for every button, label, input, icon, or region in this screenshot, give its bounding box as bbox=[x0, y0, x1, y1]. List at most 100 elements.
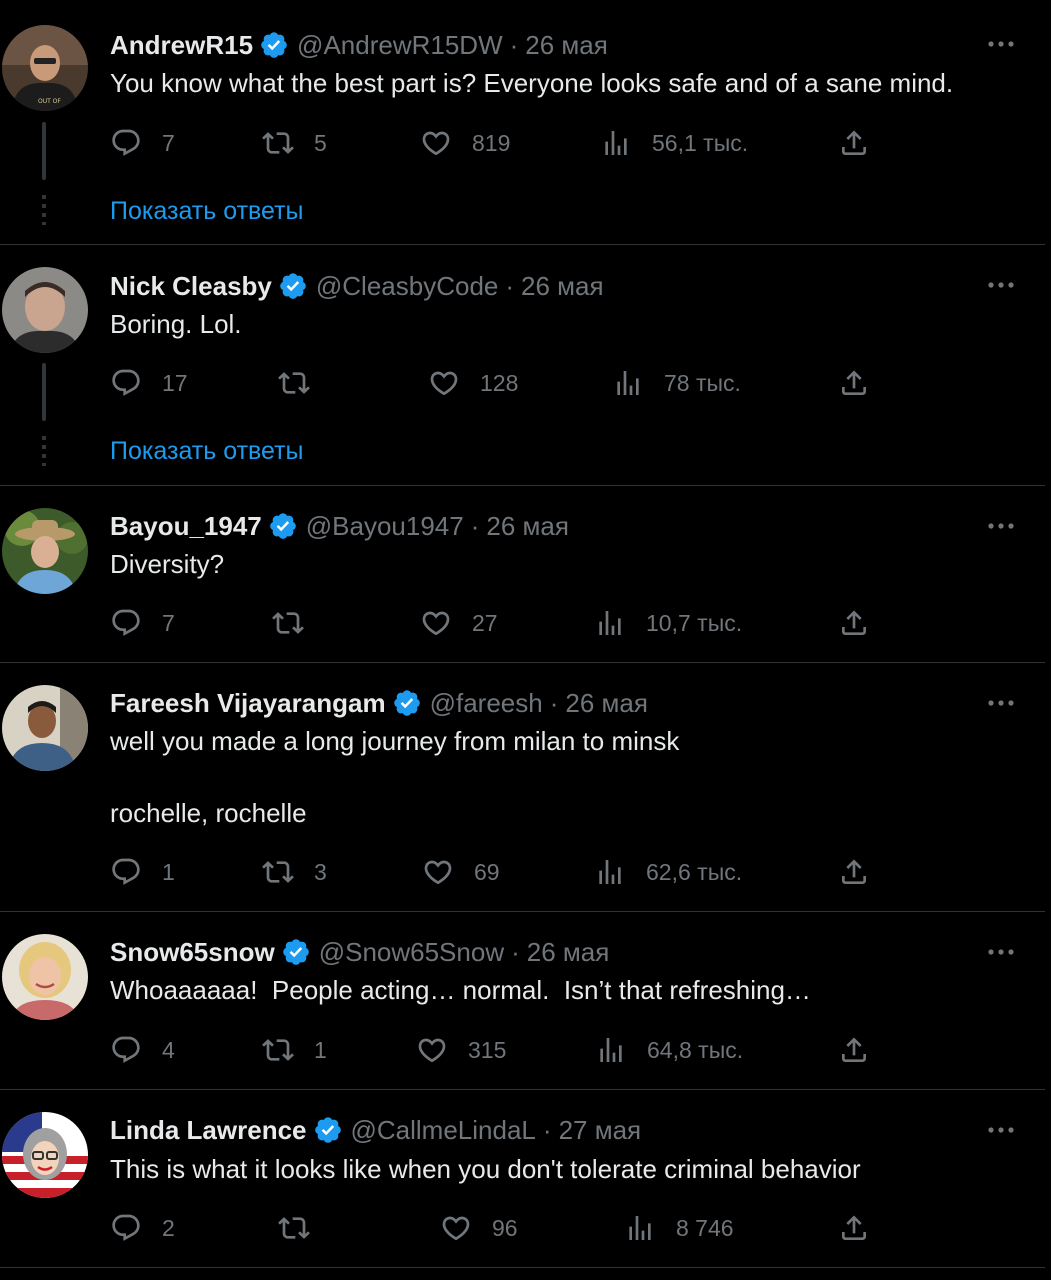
verified-badge-icon bbox=[393, 690, 420, 716]
retweet-count: 5 bbox=[314, 129, 327, 156]
avatar[interactable] bbox=[2, 685, 88, 771]
share-button[interactable] bbox=[838, 363, 890, 403]
retweet-icon bbox=[262, 132, 294, 154]
heart-icon bbox=[430, 371, 458, 396]
tweet-text: Boring. Lol. bbox=[110, 306, 1010, 342]
show-replies-link[interactable]: Показать ответы bbox=[110, 437, 304, 466]
author-handle[interactable]: @Snow65Snow bbox=[319, 937, 504, 968]
author-handle[interactable]: @CallmeLindaL bbox=[351, 1115, 536, 1146]
retweet-icon bbox=[262, 1039, 294, 1061]
tweet[interactable]: Snow65snow @Snow65Snow · 26 мая Whoaaaaa… bbox=[0, 912, 1045, 1090]
share-icon bbox=[842, 1215, 866, 1240]
retweet-button[interactable] bbox=[272, 603, 324, 643]
views-chart-icon bbox=[599, 611, 621, 635]
tweet-date[interactable]: 26 мая bbox=[486, 511, 569, 542]
reply-button[interactable]: 7 bbox=[110, 603, 175, 643]
author-name[interactable]: Nick Cleasby bbox=[110, 271, 272, 302]
share-button[interactable] bbox=[838, 852, 890, 892]
retweet-count: 1 bbox=[314, 1036, 327, 1063]
tweet[interactable]: Fareesh Vijayarangam @fareesh · 26 мая w… bbox=[0, 663, 1045, 912]
avatar[interactable] bbox=[2, 267, 88, 353]
author-name[interactable]: Snow65snow bbox=[110, 937, 275, 968]
author-handle[interactable]: @AndrewR15DW bbox=[297, 30, 503, 61]
show-replies-link[interactable]: Показать ответы bbox=[110, 197, 304, 226]
views-button[interactable]: 8 746 bbox=[624, 1208, 734, 1248]
more-icon[interactable] bbox=[985, 693, 1017, 713]
separator: · bbox=[549, 687, 559, 718]
tweet-date[interactable]: 26 мая bbox=[565, 688, 648, 719]
author-name[interactable]: Fareesh Vijayarangam bbox=[110, 688, 386, 719]
tweet-actions: 1 3 69 62,6 тыс. bbox=[110, 852, 890, 892]
author-handle[interactable]: @CleasbyCode bbox=[316, 271, 498, 302]
tweet-header: Fareesh Vijayarangam @fareesh · 26 мая bbox=[110, 686, 648, 720]
views-count: 10,7 тыс. bbox=[646, 609, 743, 636]
author-handle[interactable]: @fareesh bbox=[430, 688, 543, 719]
more-icon[interactable] bbox=[985, 942, 1017, 962]
like-button[interactable]: 819 bbox=[420, 123, 510, 163]
like-count: 96 bbox=[492, 1214, 518, 1241]
more-icon[interactable] bbox=[985, 1120, 1017, 1140]
more-icon[interactable] bbox=[985, 34, 1017, 54]
reply-button[interactable]: 7 bbox=[110, 123, 175, 163]
share-button[interactable] bbox=[838, 1030, 890, 1070]
tweet-date[interactable]: 26 мая bbox=[521, 271, 604, 302]
reply-button[interactable]: 1 bbox=[110, 852, 175, 892]
avatar[interactable] bbox=[2, 1112, 88, 1198]
avatar[interactable]: OUT OF bbox=[2, 25, 88, 111]
tweet-text-paragraph: well you made a long journey from milan … bbox=[110, 726, 680, 756]
separator: · bbox=[505, 270, 515, 301]
like-button[interactable]: 27 bbox=[420, 603, 498, 643]
reply-count: 1 bbox=[162, 858, 175, 885]
share-button[interactable] bbox=[838, 1208, 890, 1248]
tweet[interactable]: Bayou_1947 @Bayou1947 · 26 мая Diversity… bbox=[0, 486, 1045, 663]
views-count: 56,1 тыс. bbox=[652, 129, 749, 156]
tweet[interactable]: OUT OF AndrewR15 @AndrewR15DW · 26 мая Y… bbox=[0, 0, 1045, 245]
like-button[interactable]: 96 bbox=[440, 1208, 518, 1248]
avatar[interactable] bbox=[2, 508, 88, 594]
thread-dots bbox=[42, 436, 46, 466]
verified-badge-icon bbox=[314, 1117, 341, 1143]
tweet-date[interactable]: 26 мая bbox=[525, 30, 608, 61]
author-name[interactable]: AndrewR15 bbox=[110, 30, 253, 61]
tweet-date[interactable]: 26 мая bbox=[527, 937, 610, 968]
more-icon[interactable] bbox=[985, 275, 1017, 295]
retweet-button[interactable] bbox=[278, 1208, 330, 1248]
views-chart-icon bbox=[605, 131, 627, 155]
like-button[interactable]: 128 bbox=[428, 363, 518, 403]
like-button[interactable]: 69 bbox=[422, 852, 500, 892]
verified-badge-icon bbox=[261, 32, 287, 58]
tweet-date[interactable]: 27 мая bbox=[559, 1115, 642, 1146]
author-name[interactable]: Linda Lawrence bbox=[110, 1115, 307, 1146]
views-button[interactable]: 64,8 тыс. bbox=[595, 1030, 743, 1070]
avatar[interactable] bbox=[2, 934, 88, 1020]
tweet-text: You know what the best part is? Everyone… bbox=[110, 65, 1010, 101]
share-button[interactable] bbox=[838, 603, 890, 643]
tweet-header: Nick Cleasby @CleasbyCode · 26 мая bbox=[110, 269, 604, 303]
like-count: 315 bbox=[468, 1036, 507, 1063]
tweet[interactable]: Nick Cleasby @CleasbyCode · 26 мая Borin… bbox=[0, 245, 1045, 486]
retweet-button[interactable]: 3 bbox=[262, 852, 327, 892]
reply-icon bbox=[112, 1214, 140, 1241]
like-button[interactable]: 315 bbox=[416, 1030, 506, 1070]
reply-button[interactable]: 17 bbox=[110, 363, 188, 403]
views-count: 64,8 тыс. bbox=[647, 1036, 744, 1063]
author-handle[interactable]: @Bayou1947 bbox=[306, 511, 464, 542]
share-button[interactable] bbox=[838, 123, 890, 163]
tweet-text: Whoaaaaaa! People acting… normal. Isn’t … bbox=[110, 972, 1010, 1008]
more-icon[interactable] bbox=[985, 516, 1017, 536]
views-button[interactable]: 10,7 тыс. bbox=[594, 603, 742, 643]
views-button[interactable]: 78 тыс. bbox=[612, 363, 741, 403]
verified-badge-icon bbox=[269, 513, 296, 539]
reply-icon bbox=[112, 609, 140, 636]
separator: · bbox=[511, 936, 520, 967]
like-count: 819 bbox=[472, 129, 511, 156]
reply-button[interactable]: 2 bbox=[110, 1208, 175, 1248]
views-button[interactable]: 62,6 тыс. bbox=[594, 852, 742, 892]
reply-button[interactable]: 4 bbox=[110, 1030, 175, 1070]
author-name[interactable]: Bayou_1947 bbox=[110, 511, 262, 542]
retweet-button[interactable]: 1 bbox=[262, 1030, 327, 1070]
retweet-button[interactable]: 5 bbox=[262, 123, 327, 163]
views-button[interactable]: 56,1 тыс. bbox=[600, 123, 748, 163]
retweet-button[interactable] bbox=[278, 363, 330, 403]
tweet[interactable]: Linda Lawrence @CallmeLindaL · 27 мая Th… bbox=[0, 1090, 1045, 1268]
